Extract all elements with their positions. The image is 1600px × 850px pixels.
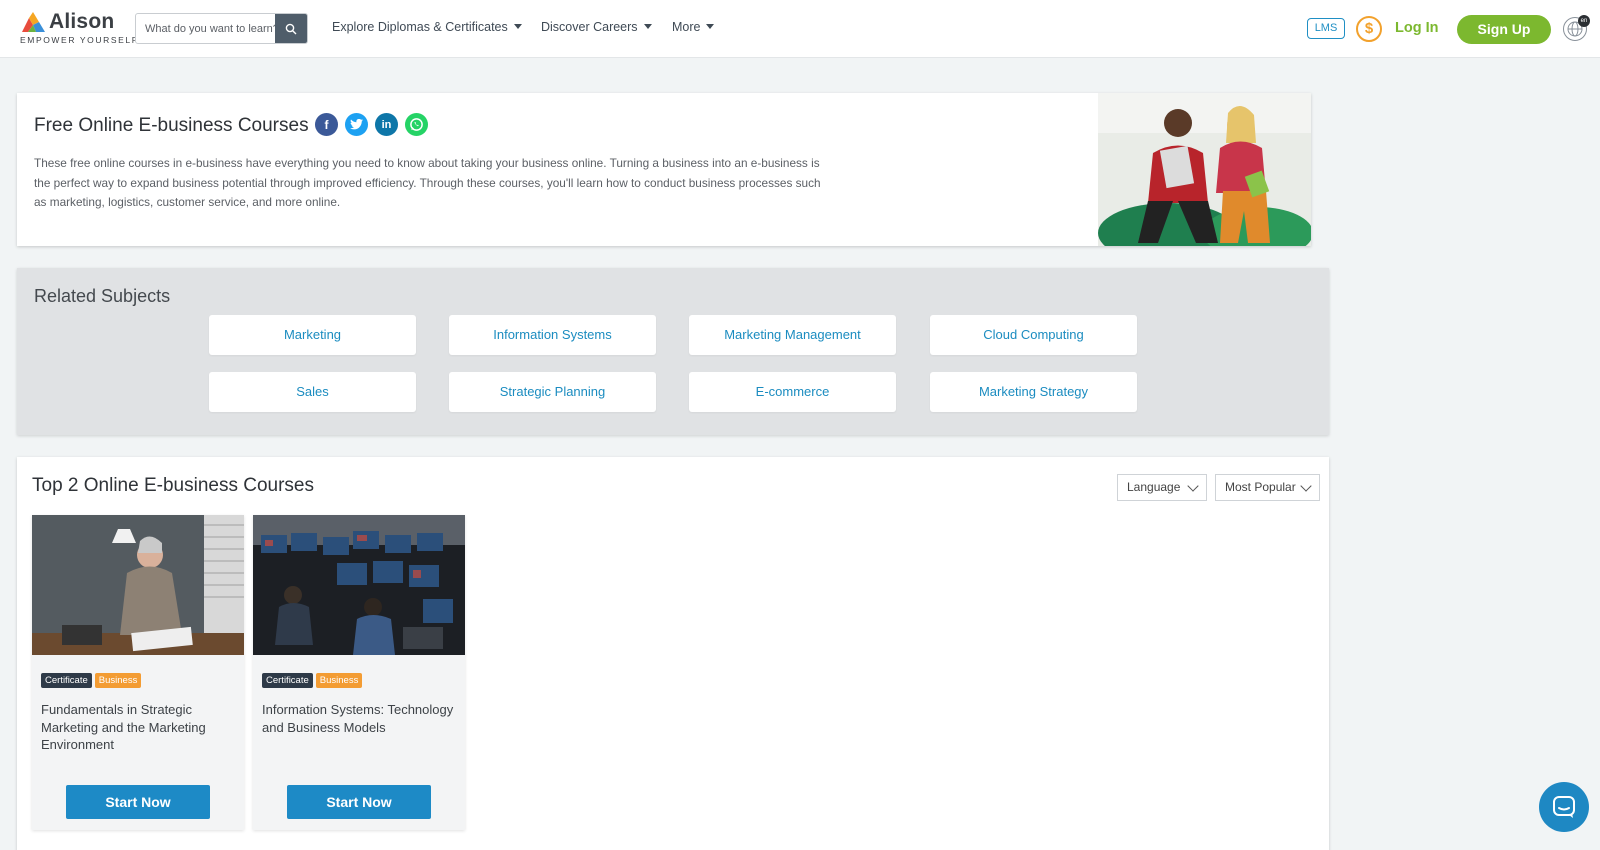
course-image xyxy=(253,515,465,655)
subject-chip[interactable]: Cloud Computing xyxy=(930,315,1137,355)
start-now-button[interactable]: Start Now xyxy=(66,785,210,819)
course-card[interactable]: Certificate Business Information Systems… xyxy=(253,515,465,830)
subject-chip[interactable]: Marketing Management xyxy=(689,315,896,355)
search-box xyxy=(135,13,308,44)
facebook-icon[interactable]: f xyxy=(315,113,338,136)
hero-description: These free online courses in e-business … xyxy=(34,156,821,209)
courses-section: Top 2 Online E-business Courses Language… xyxy=(17,457,1329,850)
logo-text: Alison xyxy=(49,10,115,33)
nav-discover-careers[interactable]: Discover Careers xyxy=(541,20,652,34)
nav-explore-diplomas[interactable]: Explore Diplomas & Certificates xyxy=(332,20,522,34)
lms-button[interactable]: LMS xyxy=(1307,18,1345,39)
nav-discover-careers-label: Discover Careers xyxy=(541,20,638,34)
subject-chip[interactable]: Marketing xyxy=(209,315,416,355)
twitter-icon[interactable] xyxy=(345,113,368,136)
subject-chip[interactable]: Sales xyxy=(209,372,416,412)
nav-explore-diplomas-label: Explore Diplomas & Certificates xyxy=(332,20,508,34)
linkedin-icon[interactable]: in xyxy=(375,113,398,136)
chevron-down-icon xyxy=(1300,480,1312,492)
language-filter[interactable]: Language xyxy=(1117,474,1207,501)
subject-chip[interactable]: Strategic Planning xyxy=(449,372,656,412)
course-tags: Certificate Business xyxy=(262,673,363,688)
sort-filter[interactable]: Most Popular xyxy=(1215,474,1320,501)
nav-more-label: More xyxy=(672,20,701,34)
chevron-down-icon xyxy=(1187,480,1199,492)
subject-chip[interactable]: E-commerce xyxy=(689,372,896,412)
language-globe-icon[interactable]: en xyxy=(1563,15,1590,41)
caret-down-icon xyxy=(643,24,652,29)
related-subjects-section: Related Subjects Marketing Information S… xyxy=(17,268,1329,435)
hero-image xyxy=(1098,93,1311,246)
search-input[interactable] xyxy=(136,14,276,43)
nav-more[interactable]: More xyxy=(672,20,715,34)
certificate-badge: Certificate xyxy=(262,673,313,688)
courses-title: Top 2 Online E-business Courses xyxy=(32,475,314,496)
start-now-button[interactable]: Start Now xyxy=(287,785,431,819)
chat-launcher-button[interactable] xyxy=(1539,782,1589,832)
chat-icon xyxy=(1553,796,1575,818)
search-icon xyxy=(285,23,297,34)
alison-logo[interactable]: Alison EMPOWER YOURSELF xyxy=(20,10,137,46)
related-subjects-title: Related Subjects xyxy=(34,286,171,306)
category-badge: Business xyxy=(315,673,363,688)
course-tags: Certificate Business xyxy=(41,673,142,688)
login-link[interactable]: Log In xyxy=(1395,20,1439,36)
subject-chip[interactable]: Information Systems xyxy=(449,315,656,355)
course-image xyxy=(32,515,244,655)
course-title[interactable]: Fundamentals in Strategic Marketing and … xyxy=(41,701,236,754)
certificate-badge: Certificate xyxy=(41,673,92,688)
category-badge: Business xyxy=(94,673,142,688)
logo-mark-icon xyxy=(22,12,45,32)
share-icons: f in xyxy=(315,113,428,136)
course-card[interactable]: Certificate Business Fundamentals in Str… xyxy=(32,515,244,830)
language-badge: en xyxy=(1578,15,1590,27)
page-title: Free Online E-business Courses xyxy=(34,115,309,136)
caret-down-icon xyxy=(706,24,715,29)
dollar-icon[interactable]: $ xyxy=(1356,16,1382,42)
hero-section: Free Online E-business Courses f in Thes… xyxy=(17,93,1311,246)
subject-chip[interactable]: Marketing Strategy xyxy=(930,372,1137,412)
logo-tagline: EMPOWER YOURSELF xyxy=(20,35,139,45)
signup-button[interactable]: Sign Up xyxy=(1457,15,1551,44)
whatsapp-icon[interactable] xyxy=(405,113,428,136)
language-filter-label: Language xyxy=(1127,480,1181,494)
search-button[interactable] xyxy=(275,14,307,43)
course-title[interactable]: Information Systems: Technology and Busi… xyxy=(262,701,457,736)
top-header: Alison EMPOWER YOURSELF Explore Diplomas… xyxy=(0,0,1600,58)
sort-filter-label: Most Popular xyxy=(1225,480,1296,494)
caret-down-icon xyxy=(513,24,522,29)
